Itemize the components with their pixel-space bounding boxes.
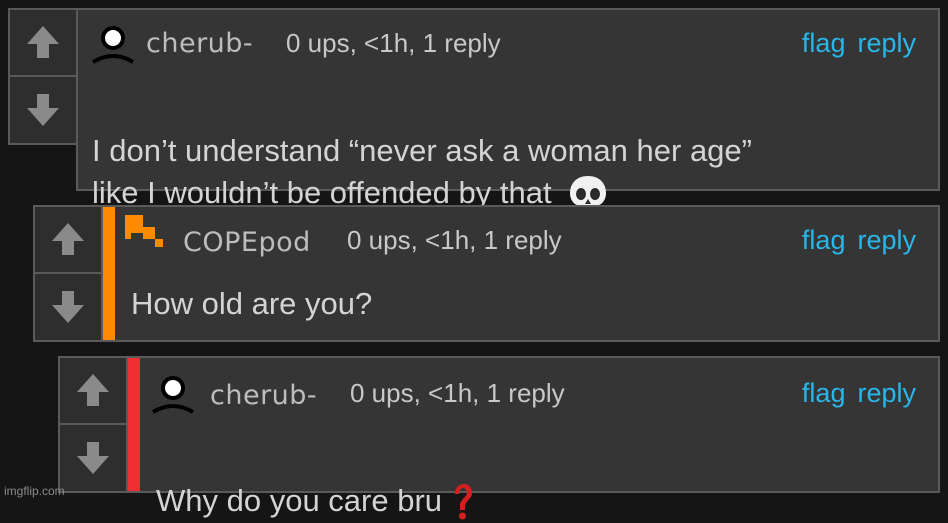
upvote-button[interactable] (10, 10, 76, 77)
arrow-up-icon (77, 374, 109, 407)
vote-panel (33, 205, 103, 342)
flag-link[interactable]: flag (802, 378, 846, 408)
comment-text: How old are you? (131, 286, 373, 321)
comment-2: COPEpod 0 ups, <1h, 1 reply flag reply Ho… (33, 205, 940, 342)
comment-text-content: I don’t understand “never ask a woman he… (92, 133, 752, 210)
username[interactable]: cherub- (210, 380, 317, 411)
reply-link[interactable]: reply (857, 378, 916, 408)
comment-header: cherub- 0 ups, <1h, 1 reply flag reply (128, 372, 938, 414)
username[interactable]: cherub- (146, 28, 253, 59)
comment-body: cherub- 0 ups, <1h, 1 reply flag reply Wh… (126, 356, 940, 520)
comment-header: COPEpod 0 ups, <1h, 1 reply flag reply (103, 215, 938, 261)
comment-meta: 0 ups, <1h, 1 reply (347, 225, 562, 255)
arrow-down-icon (52, 290, 84, 323)
downvote-button[interactable] (35, 274, 101, 341)
comment-text-content: Why do you care bru (156, 483, 443, 518)
comment-body: cherub- 0 ups, <1h, 1 reply flag reply I … (76, 8, 940, 212)
comment-1: cherub- 0 ups, <1h, 1 reply flag reply I … (8, 8, 940, 212)
comment-text: I don’t understand “never ask a woman he… (92, 88, 752, 216)
comment-meta: 0 ups, <1h, 1 reply (350, 378, 565, 408)
vote-panel (8, 8, 78, 145)
reply-link[interactable]: reply (857, 28, 916, 58)
red-question-mark-icon (455, 483, 473, 520)
avatar (125, 215, 163, 247)
vote-panel (58, 356, 128, 493)
comment-actions: flag reply (790, 28, 916, 59)
comment-actions: flag reply (790, 378, 916, 409)
downvote-button[interactable] (10, 77, 76, 144)
comment-meta: 0 ups, <1h, 1 reply (286, 28, 501, 58)
comment-header: cherub- 0 ups, <1h, 1 reply flag reply (78, 22, 938, 64)
arrow-up-icon (52, 223, 84, 256)
flag-link[interactable]: flag (802, 225, 846, 255)
comment-body: COPEpod 0 ups, <1h, 1 reply flag reply Ho… (101, 205, 940, 342)
arrow-up-icon (27, 26, 59, 59)
upvote-button[interactable] (35, 207, 101, 274)
comment-3: cherub- 0 ups, <1h, 1 reply flag reply Wh… (58, 356, 940, 520)
avatar (91, 26, 135, 64)
reply-link[interactable]: reply (857, 225, 916, 255)
avatar (151, 376, 195, 414)
arrow-down-icon (27, 93, 59, 126)
flag-link[interactable]: flag (802, 28, 846, 58)
username[interactable]: COPEpod (183, 227, 311, 258)
comment-actions: flag reply (790, 225, 916, 256)
upvote-button[interactable] (60, 358, 126, 425)
comment-text: Why do you care bru (156, 438, 474, 523)
watermark: imgflip.com (4, 484, 65, 498)
downvote-button[interactable] (60, 425, 126, 492)
arrow-down-icon (77, 441, 109, 474)
